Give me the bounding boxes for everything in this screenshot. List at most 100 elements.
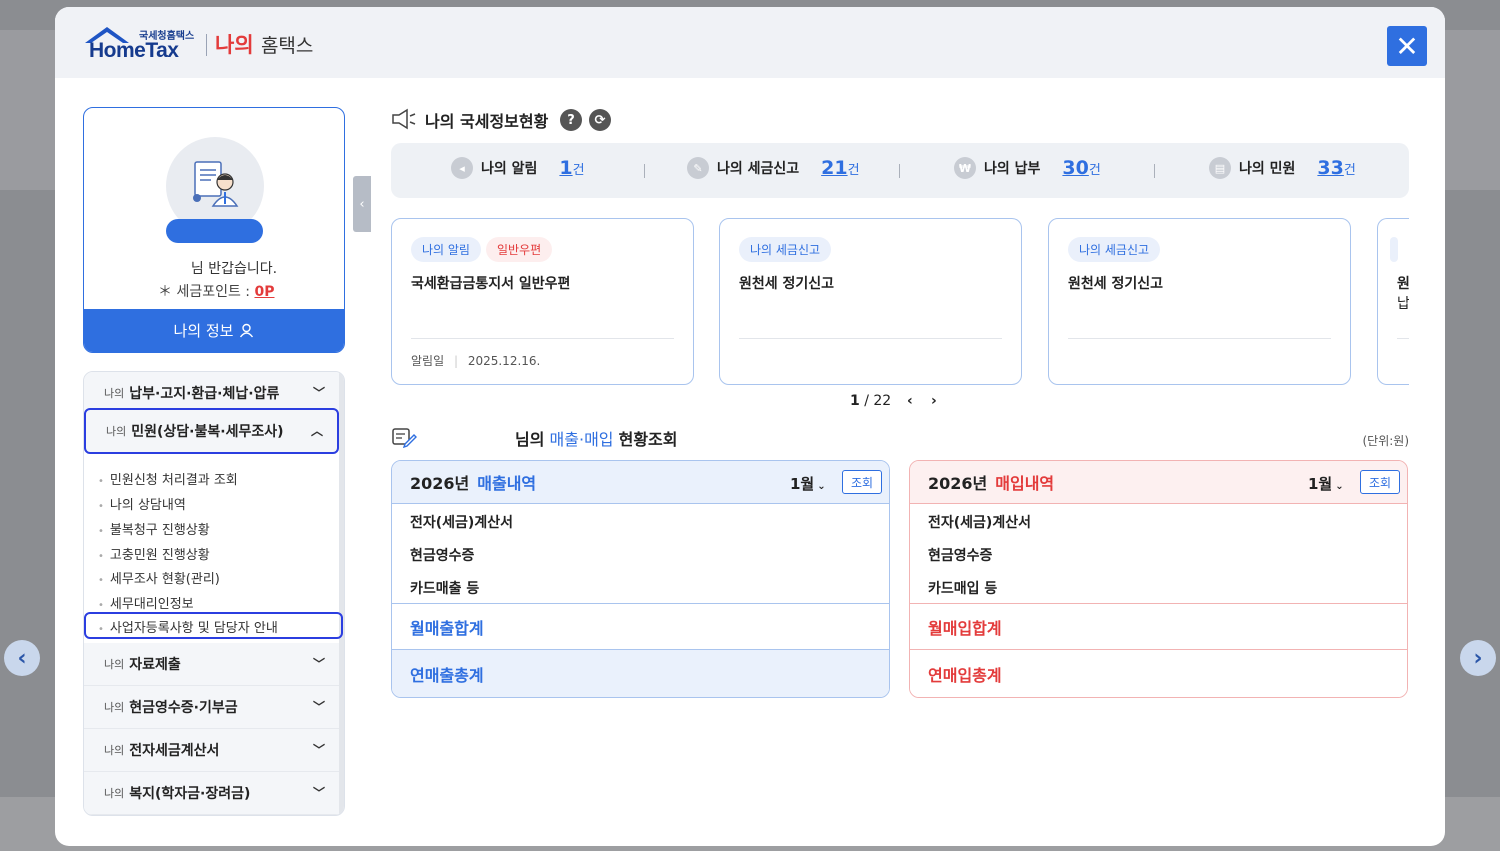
speaker-icon: ◂ [451, 157, 473, 179]
submenu-item[interactable]: 세무조사 현황(관리) [98, 568, 220, 587]
divider [411, 338, 674, 339]
sales-month-select[interactable]: 1월 ⌄ [790, 473, 826, 494]
unit-label: (단위:원) [1362, 434, 1409, 448]
card-tag: 나의 세금신고 [739, 237, 832, 262]
chevron-up-icon: ︿ [310, 424, 323, 438]
prev-page-arrow-icon[interactable]: ‹ [4, 640, 40, 676]
menu-item-petition[interactable]: 나의 민원(상담·불복·세무조사) ︿ [84, 408, 339, 454]
collapse-panel-button[interactable]: ‹ [353, 176, 371, 232]
submenu-item[interactable]: 나의 상담내역 [98, 494, 186, 513]
card-title: 원천세 정기신고 [1068, 276, 1164, 292]
user-name-pill [166, 219, 263, 243]
notice-card[interactable]: 나의 세금신고 원천세 정기신고 [719, 218, 1022, 385]
submenu-item[interactable]: 불복청구 진행상황 [98, 519, 210, 538]
divider [644, 164, 645, 178]
status-summary-bar: ◂ 나의 알림 1건 ✎ 나의 세금신고 21 건 ₩ 나의 납부 30 건 ▤ 나… [391, 143, 1409, 198]
chevron-down-icon: ⌄ [817, 481, 826, 492]
summary-payment[interactable]: ₩ 나의 납부 30 건 [954, 157, 1101, 179]
card-tag-red: 일반우편 [486, 237, 553, 262]
purchase-row: 현금영수증 [928, 548, 993, 564]
sales-table: 2026년 매출내역 1월 ⌄ 조회 전자(세금)계산서 현금영수증 카드매출 등… [391, 460, 890, 698]
person-icon [240, 323, 254, 338]
page-title: 나의 홈택스 [215, 33, 314, 57]
summary-tax-report[interactable]: ✎ 나의 세금신고 21 건 [687, 157, 860, 179]
sales-row: 카드매출 등 [410, 581, 480, 597]
divider [899, 164, 900, 178]
logo-divider [206, 34, 207, 56]
card-pager: 1 / 22 [850, 393, 892, 409]
purchase-yearly-total: 연매입총계 [910, 650, 1407, 697]
help-icon[interactable]: ? [560, 109, 582, 131]
next-page-arrow-icon[interactable]: › [1460, 640, 1496, 676]
tax-points-value[interactable]: 0P [254, 284, 274, 300]
card-title: 원천세 정기신고 [739, 276, 835, 292]
sales-inquiry-button[interactable]: 조회 [842, 470, 882, 494]
chevron-down-icon: ﹀ [312, 700, 325, 714]
card-tag [1390, 237, 1398, 262]
clipboard-icon: ▤ [1209, 157, 1231, 179]
chevron-down-icon: ⌄ [1335, 481, 1344, 492]
hometax-logo[interactable]: 국세청홈택스 HomeTax [83, 25, 203, 67]
profile-card: 님 반갑습니다. ＊ 세금포인트 : 0P 나의 정보 [83, 107, 345, 353]
notice-card-partial[interactable]: 원 납 [1377, 218, 1409, 385]
payment-count[interactable]: 30 [1062, 157, 1088, 179]
divider [1154, 164, 1155, 178]
purchase-month-select[interactable]: 1월 ⌄ [1308, 473, 1344, 494]
petition-submenu: 민원신청 처리결과 조회 나의 상담내역 불복청구 진행상황 고충민원 진행상황… [84, 457, 343, 643]
notice-count[interactable]: 1 [559, 157, 572, 179]
chevron-down-icon: ﹀ [312, 386, 325, 400]
side-menu: 나의 납부·고지·환급·체납·압류 ﹀ 나의 민원(상담·불복·세무조사) ︿ … [83, 371, 345, 816]
tax-points: ＊ 세금포인트 : 0P [158, 284, 275, 300]
card-tag: 나의 세금신고 [1068, 237, 1161, 262]
purchase-inquiry-button[interactable]: 조회 [1360, 470, 1400, 494]
menu-item-welfare[interactable]: 나의 복지(학자금·장려금) ﹀ [84, 772, 339, 815]
pager-next-icon[interactable]: › [931, 393, 937, 409]
menu-item-e-invoice[interactable]: 나의 전자세금계산서 ﹀ [84, 729, 339, 772]
submenu-item[interactable]: 세무대리인정보 [98, 593, 194, 612]
card-date: 알림일 | 2025.12.16. [411, 354, 541, 368]
tax-report-count[interactable]: 21 [821, 157, 847, 179]
summary-petition[interactable]: ▤ 나의 민원 33 건 [1209, 157, 1356, 179]
chevron-down-icon: ﹀ [312, 786, 325, 800]
purchase-row: 카드매입 등 [928, 581, 998, 597]
sales-row: 전자(세금)계산서 [410, 515, 513, 531]
my-info-button[interactable]: 나의 정보 [84, 309, 344, 352]
chevron-down-icon: ﹀ [312, 657, 325, 671]
logo-text: HomeTax [89, 39, 179, 62]
pager-prev-icon[interactable]: ‹ [907, 393, 913, 409]
divider [739, 338, 1002, 339]
refresh-icon[interactable]: ⟳ [589, 109, 611, 131]
divider [1397, 338, 1409, 339]
card-title: 국세환급금통지서 일반우편 [411, 276, 571, 292]
megaphone-icon [392, 108, 416, 130]
sales-row: 현금영수증 [410, 548, 475, 564]
payment-icon: ₩ [954, 157, 976, 179]
status-title: 나의 국세정보현황 [425, 112, 549, 131]
summary-notice[interactable]: ◂ 나의 알림 1건 [451, 157, 585, 179]
close-button[interactable]: ✕ [1387, 26, 1427, 66]
edit-document-icon: ✎ [687, 157, 709, 179]
submenu-item-business-registration[interactable]: 사업자등록사항 및 담당자 안내 [98, 617, 278, 636]
menu-item-data-submission[interactable]: 나의 자료제출 ﹀ [84, 643, 339, 686]
purchase-monthly-total: 월매입합계 [910, 603, 1407, 650]
sales-title: 님의 매출·매입 현황조회 [515, 430, 678, 449]
menu-item-cash-receipt[interactable]: 나의 현금영수증·기부금 ﹀ [84, 686, 339, 729]
sales-monthly-total: 월매출합계 [392, 603, 889, 650]
purchase-table: 2026년 매입내역 1월 ⌄ 조회 전자(세금)계산서 현금영수증 카드매입 등… [909, 460, 1408, 698]
menu-scrollbar[interactable] [339, 372, 344, 815]
my-hometax-modal: 국세청홈택스 HomeTax 나의 홈택스 ✕ 님 반갑습니다. ＊ 세금포인트… [55, 7, 1445, 846]
submenu-item[interactable]: 민원신청 처리결과 조회 [98, 469, 238, 488]
greeting-text: 님 반갑습니다. [190, 261, 278, 277]
notice-card[interactable]: 나의 알림 일반우편 국세환급금통지서 일반우편 알림일 | 2025.12.1… [391, 218, 694, 385]
card-tag: 나의 알림 [411, 237, 481, 262]
chevron-down-icon: ﹀ [312, 743, 325, 757]
submenu-item[interactable]: 고충민원 진행상황 [98, 544, 210, 563]
edit-list-icon [392, 428, 417, 448]
purchase-row: 전자(세금)계산서 [928, 515, 1031, 531]
user-document-icon [193, 161, 239, 207]
modal-header: 국세청홈택스 HomeTax 나의 홈택스 ✕ [55, 7, 1445, 78]
divider [1068, 338, 1331, 339]
notice-card[interactable]: 나의 세금신고 원천세 정기신고 [1048, 218, 1351, 385]
petition-count[interactable]: 33 [1317, 157, 1343, 179]
sales-yearly-total: 연매출총계 [392, 650, 889, 697]
